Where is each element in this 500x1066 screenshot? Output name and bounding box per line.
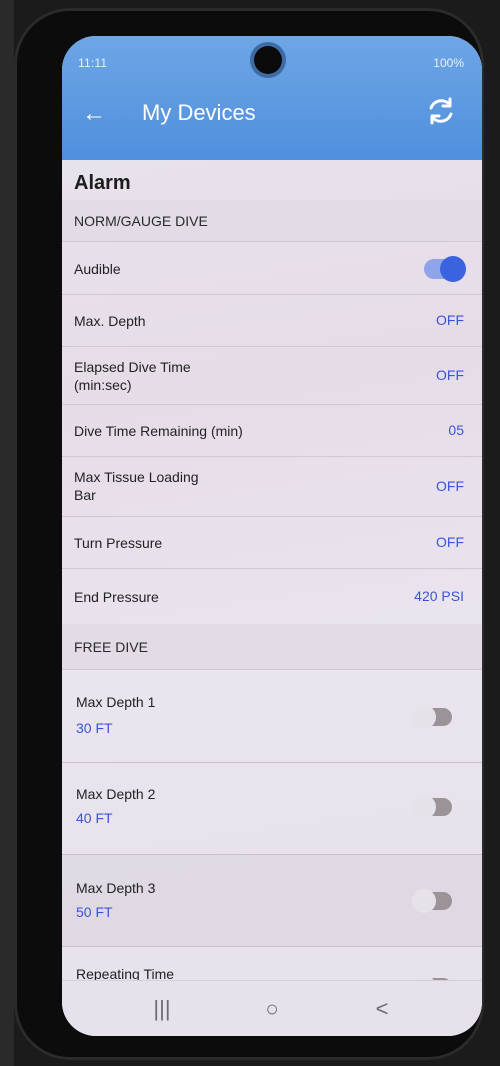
row-value: OFF — [436, 478, 464, 494]
app-bar: 11:11 100% ← My Devices — [62, 36, 482, 160]
end-pressure-row[interactable]: End Pressure 420 PSI — [62, 568, 482, 625]
camera-cutout — [254, 46, 282, 74]
row-value: 50 FT — [76, 904, 113, 920]
row-value: 05 — [448, 422, 464, 438]
row-label: Max Depth 3 — [76, 880, 156, 896]
turn-pressure-row[interactable]: Turn Pressure OFF — [62, 516, 482, 569]
audible-row[interactable]: Audible — [62, 244, 482, 295]
max-depth-1-toggle[interactable] — [412, 705, 452, 729]
section-header-free-dive: FREE DIVE — [62, 624, 482, 670]
audible-toggle[interactable] — [424, 256, 466, 282]
row-label: Turn Pressure — [74, 535, 163, 551]
row-value: OFF — [436, 312, 464, 328]
toggle-knob — [412, 889, 436, 913]
row-label: Max Depth 1 — [76, 694, 156, 710]
toggle-knob — [412, 795, 436, 819]
max-depth-2-row[interactable]: Max Depth 2 40 FT — [62, 762, 482, 855]
row-value: OFF — [436, 534, 464, 550]
section-title: Alarm — [74, 172, 131, 194]
row-value: 30 FT — [76, 720, 113, 736]
max-depth-3-row[interactable]: Max Depth 3 50 FT — [62, 854, 482, 947]
arrow-left-icon[interactable]: ← — [80, 102, 108, 126]
dive-time-remaining-row[interactable]: Dive Time Remaining (min) 05 — [62, 404, 482, 457]
max-depth-3-toggle[interactable] — [412, 889, 452, 913]
toggle-knob — [412, 705, 436, 729]
row-value: 420 PSI — [414, 588, 464, 604]
background — [0, 0, 14, 1066]
row-label: Max. Depth — [74, 313, 146, 329]
section-header-norm: NORM/GAUGE DIVE — [62, 200, 482, 242]
elapsed-dive-time-row[interactable]: Elapsed Dive Time (min:sec) OFF — [62, 346, 482, 405]
screen: 11:11 100% ← My Devices Alarm NORM/GAUGE… — [62, 36, 482, 1036]
status-time: 11:11 — [78, 56, 108, 70]
row-value: OFF — [436, 367, 464, 383]
row-label-unit: (min:sec) — [74, 377, 132, 393]
max-depth-row[interactable]: Max. Depth OFF — [62, 294, 482, 347]
recents-button[interactable]: ||| — [132, 989, 192, 1029]
system-nav-bar: ||| ○ < — [62, 980, 482, 1036]
home-button[interactable]: ○ — [242, 989, 302, 1029]
row-label: Max Depth 2 — [76, 786, 156, 802]
page-title: My Devices — [142, 100, 256, 125]
row-label-unit: Bar — [74, 487, 96, 503]
max-tissue-loading-row[interactable]: Max Tissue Loading Bar OFF — [62, 456, 482, 517]
row-label: Max Tissue Loading — [74, 469, 199, 485]
battery-level: 100% — [433, 56, 464, 70]
row-value: 40 FT — [76, 810, 113, 826]
toggle-knob — [440, 256, 466, 282]
row-label: End Pressure — [74, 589, 159, 605]
audible-label: Audible — [74, 261, 121, 277]
phone-frame: 11:11 100% ← My Devices Alarm NORM/GAUGE… — [14, 8, 484, 1060]
row-label: Elapsed Dive Time — [74, 359, 191, 375]
max-depth-1-row[interactable]: Max Depth 1 30 FT — [62, 670, 482, 763]
back-button[interactable]: < — [352, 989, 412, 1029]
refresh-icon[interactable] — [424, 94, 458, 128]
max-depth-2-toggle[interactable] — [412, 795, 452, 819]
row-label: Dive Time Remaining (min) — [74, 423, 243, 439]
settings-list: Alarm NORM/GAUGE DIVE Audible Max. Depth… — [62, 160, 482, 999]
